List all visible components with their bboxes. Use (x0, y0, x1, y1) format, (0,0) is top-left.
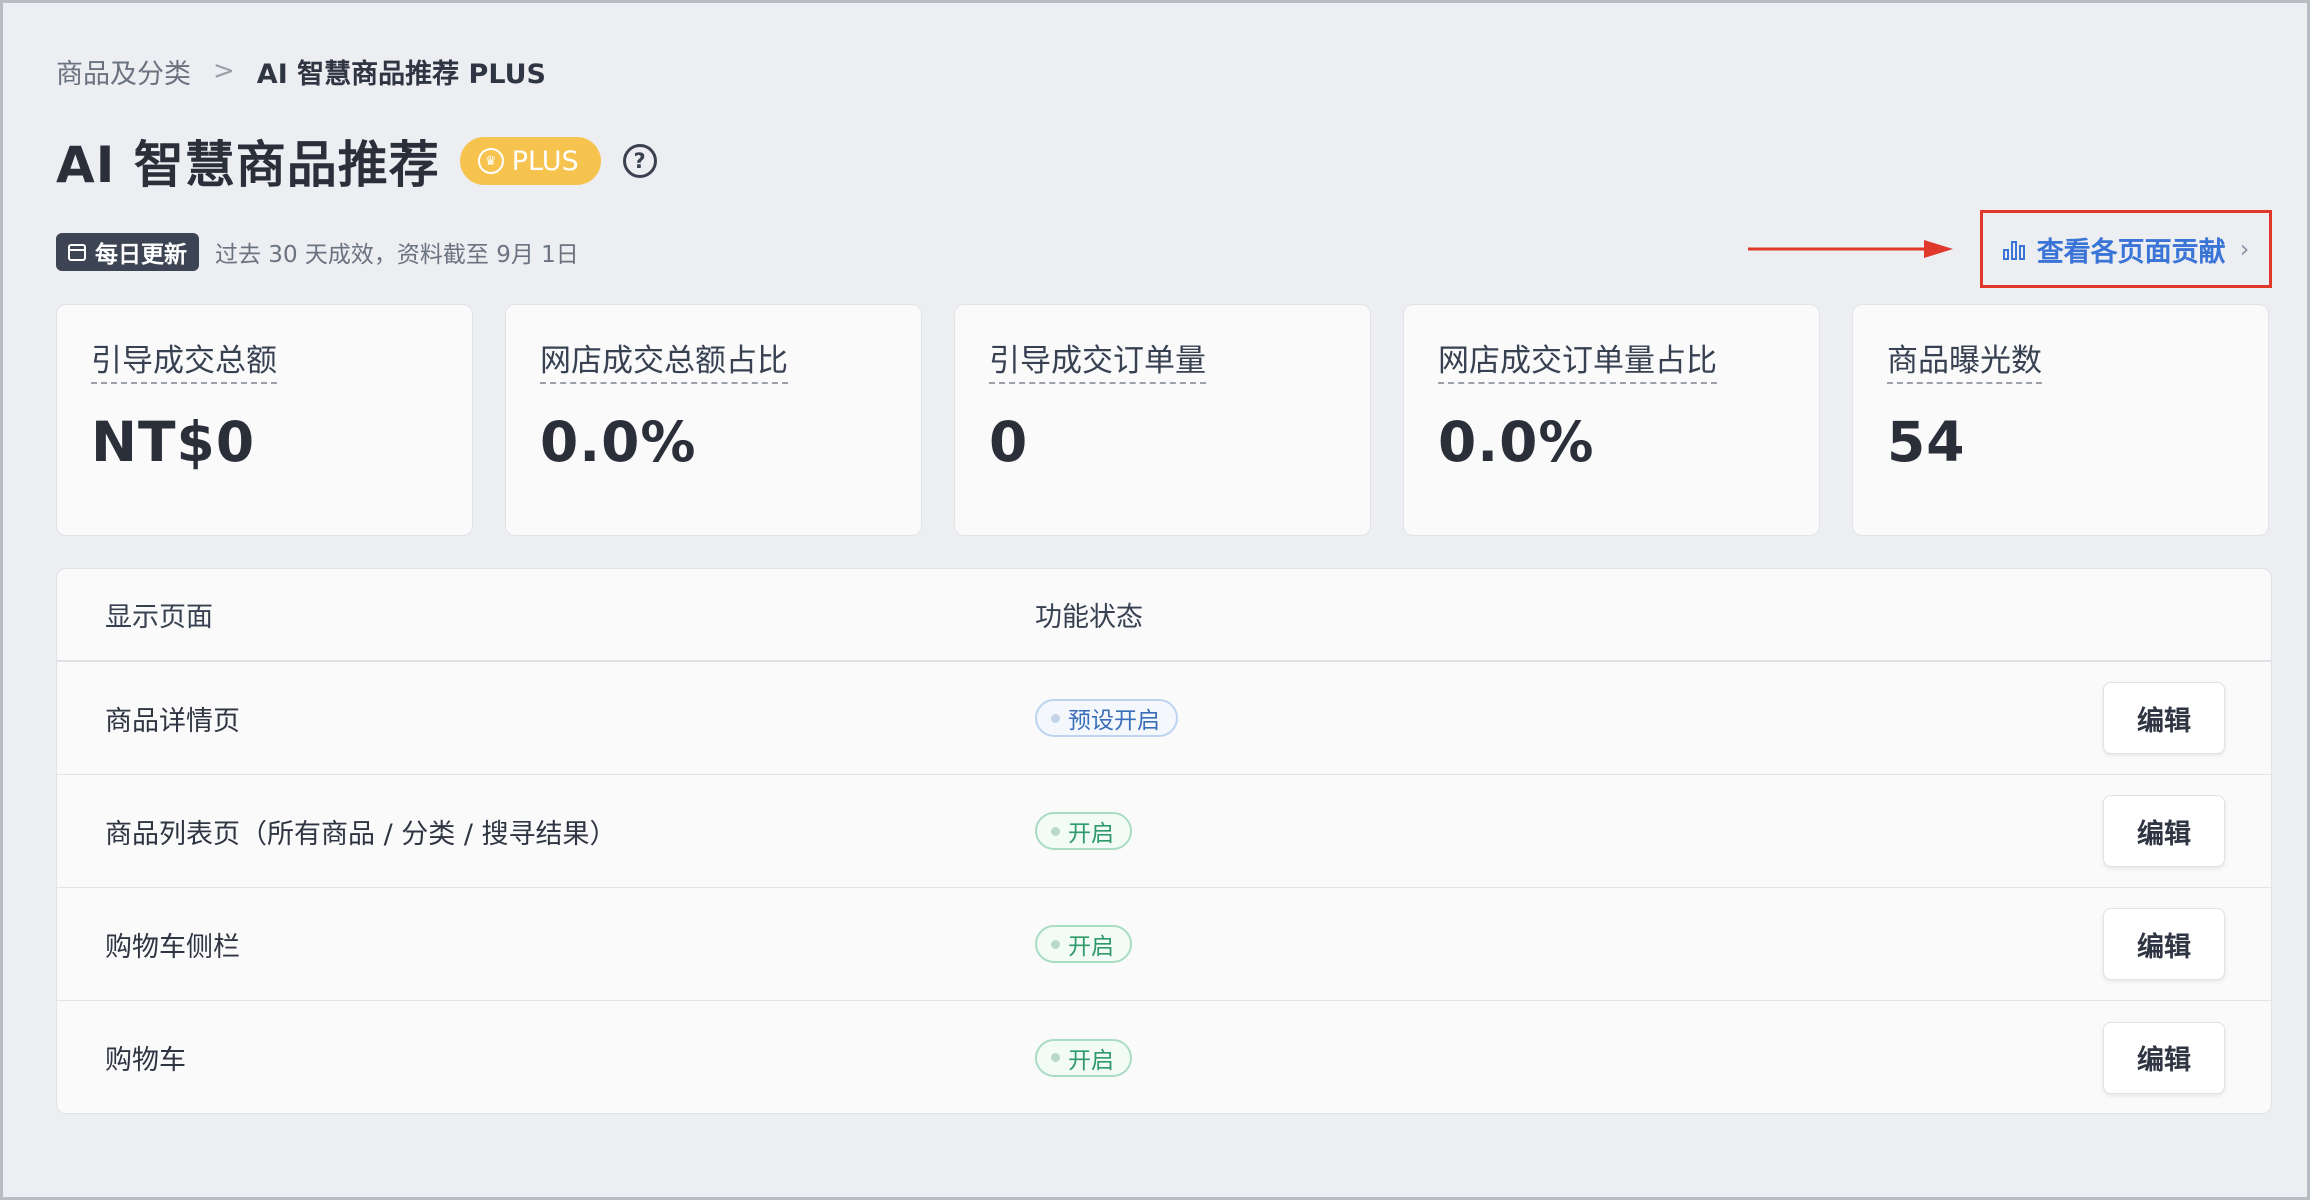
row-page-name: 商品详情页 (105, 705, 240, 737)
metric-value: NT$0 (91, 410, 256, 474)
status-badge: 开启 (1035, 925, 1132, 964)
metric-card-orders-share: 网店成交订单量占比 0.0% (1403, 304, 1820, 536)
calendar-icon (68, 243, 86, 261)
table-row: 商品详情页 预设开启 编辑 (57, 662, 2271, 775)
metric-card-impressions: 商品曝光数 54 (1852, 304, 2269, 536)
chevron-right-icon: › (2239, 235, 2250, 263)
status-label: 开启 (1068, 934, 1114, 961)
metric-label[interactable]: 引导成交订单量 (989, 335, 1206, 384)
metric-label[interactable]: 引导成交总额 (91, 335, 277, 384)
metric-card-guided-sales: 引导成交总额 NT$0 (56, 304, 473, 536)
annotation-arrow-icon (1748, 240, 1953, 258)
row-page-name: 购物车 (105, 1045, 186, 1076)
status-label: 开启 (1068, 1047, 1114, 1074)
metric-value: 54 (1887, 410, 1966, 474)
title-row: AI 智慧商品推荐 ♛ PLUS ? (56, 129, 657, 194)
daily-update-tag: 每日更新 (56, 233, 199, 271)
metric-card-guided-orders: 引导成交订单量 0 (954, 304, 1371, 536)
metric-label[interactable]: 商品曝光数 (1887, 335, 2042, 384)
contribution-highlight-box: 查看各页面贡献 › (1980, 210, 2272, 288)
metric-cards: 引导成交总额 NT$0 网店成交总额占比 0.0% 引导成交订单量 0 网店成交… (56, 304, 2269, 536)
status-badge: 开启 (1035, 1038, 1132, 1077)
column-header-page: 显示页面 (105, 602, 213, 633)
breadcrumb: 商品及分类 > AI 智慧商品推荐 PLUS (56, 52, 546, 91)
plus-badge-label: PLUS (511, 145, 579, 177)
metric-card-sales-share: 网店成交总额占比 0.0% (505, 304, 922, 536)
status-label: 开启 (1068, 821, 1114, 848)
update-description: 过去 30 天成效，资料截至 9月 1日 (215, 242, 579, 268)
table-row: 购物车 开启 编辑 (57, 1001, 2271, 1113)
page-title: AI 智慧商品推荐 (56, 136, 440, 194)
metric-value: 0 (989, 410, 1029, 474)
table-row: 商品列表页（所有商品 / 分类 / 搜寻结果） 开启 编辑 (57, 775, 2271, 888)
crown-icon: ♛ (477, 148, 504, 174)
question-circle-icon[interactable]: ? (622, 144, 657, 178)
metric-value: 0.0% (1438, 410, 1595, 474)
status-label: 预设开启 (1068, 708, 1160, 735)
view-page-contribution-link[interactable]: 查看各页面贡献 › (2002, 230, 2250, 269)
daily-update-label: 每日更新 (95, 242, 187, 268)
table-header: 显示页面 功能状态 (57, 569, 2271, 662)
edit-button[interactable]: 编辑 (2103, 908, 2225, 980)
table-row: 购物车侧栏 开启 编辑 (57, 888, 2271, 1001)
status-badge: 预设开启 (1035, 699, 1178, 738)
column-header-status: 功能状态 (1035, 602, 1143, 633)
row-page-name: 商品列表页（所有商品 / 分类 / 搜寻结果） (105, 818, 617, 850)
update-info: 每日更新 过去 30 天成效，资料截至 9月 1日 (56, 232, 579, 272)
breadcrumb-link-products[interactable]: 商品及分类 (56, 52, 191, 91)
display-pages-table: 显示页面 功能状态 商品详情页 预设开启 编辑 商品列表页（所有商品 / 分类 … (56, 568, 2272, 1114)
plus-badge: ♛ PLUS (459, 137, 601, 185)
metric-value: 0.0% (540, 410, 697, 474)
chevron-right-icon: > (213, 56, 235, 86)
edit-button[interactable]: 编辑 (2103, 1021, 2225, 1094)
breadcrumb-current: AI 智慧商品推荐 PLUS (256, 58, 546, 90)
edit-button[interactable]: 编辑 (2103, 795, 2225, 867)
metric-label[interactable]: 网店成交总额占比 (540, 335, 788, 384)
view-page-contribution-label: 查看各页面贡献 (2036, 236, 2226, 268)
row-page-name: 购物车侧栏 (105, 931, 240, 963)
edit-button[interactable]: 编辑 (2103, 682, 2225, 754)
bar-chart-icon (2002, 241, 2025, 260)
status-badge: 开启 (1035, 812, 1132, 851)
metric-label[interactable]: 网店成交订单量占比 (1438, 335, 1717, 384)
